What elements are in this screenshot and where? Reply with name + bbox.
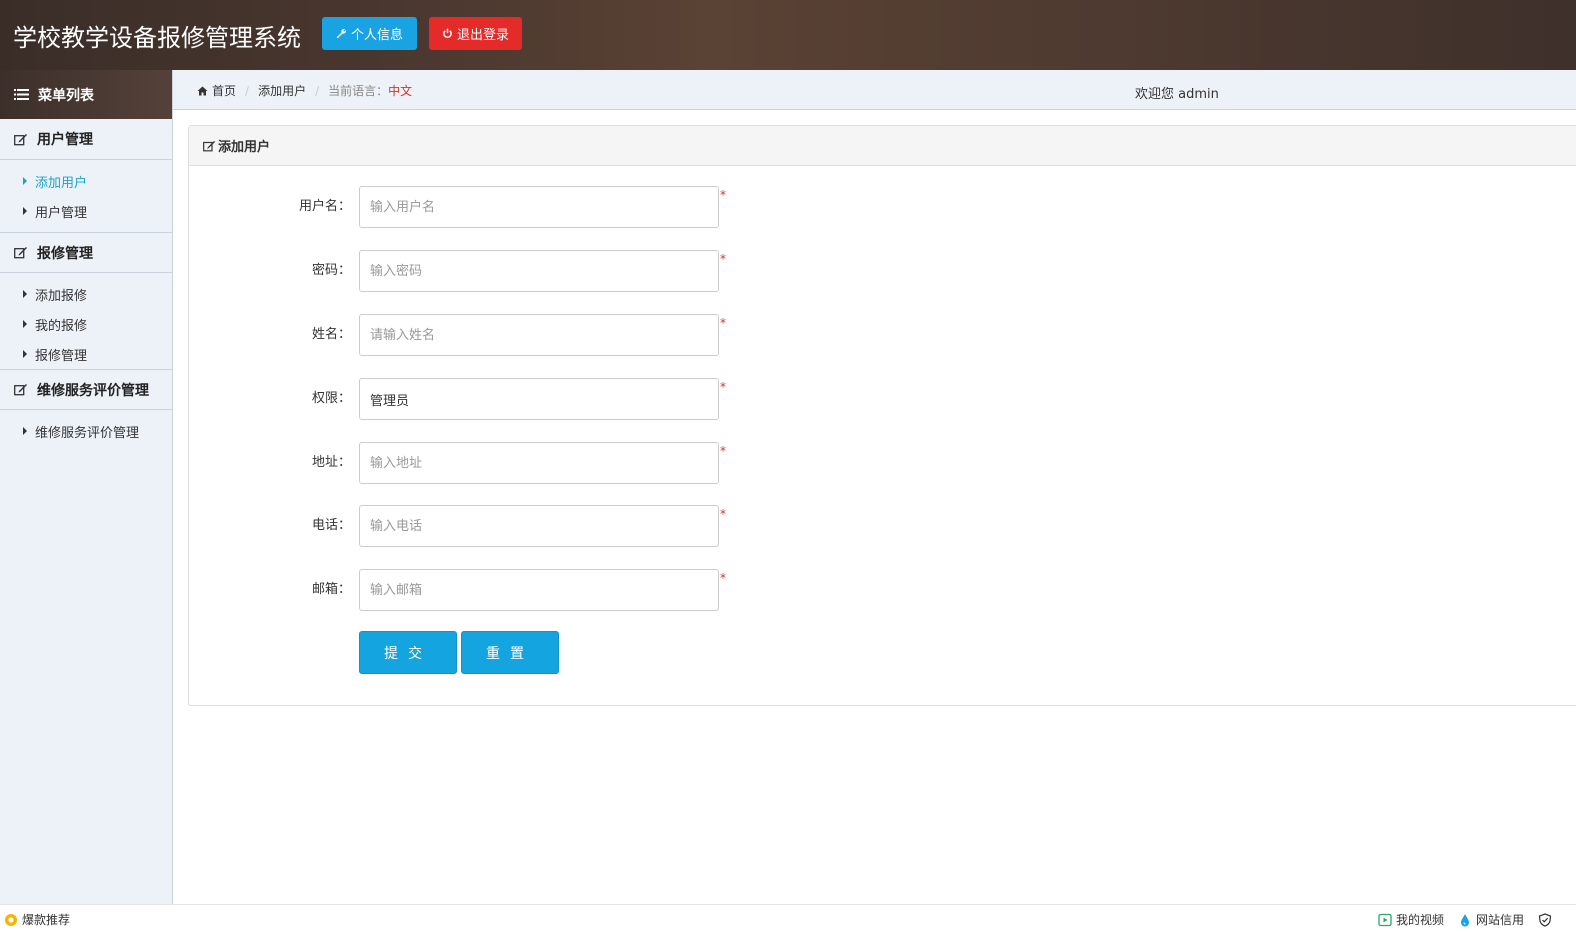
- sidebar-item-label: 添加用户: [35, 175, 88, 191]
- sidebar-group-label: 维修服务评价管理: [37, 382, 149, 399]
- home-icon: [197, 86, 208, 95]
- form-row-email: 邮箱： *: [189, 569, 789, 611]
- edit-icon: [14, 247, 27, 259]
- submit-button[interactable]: 提交: [359, 631, 457, 674]
- edit-icon: [14, 133, 27, 145]
- field-label: 权限：: [311, 391, 351, 406]
- my-video-label: 我的视频: [1395, 913, 1444, 927]
- status-left[interactable]: 爆款推荐: [4, 911, 70, 928]
- sidebar-item-repair-manage[interactable]: 报修管理: [0, 339, 172, 369]
- caret-right-icon: [23, 290, 27, 298]
- breadcrumb-bar: 首页 / 添加用户 / 当前语言： 中文 欢迎您 admin: [173, 70, 1576, 110]
- required-mark: *: [720, 188, 726, 202]
- sidebar-item-label: 报修管理: [35, 348, 88, 364]
- caret-right-icon: [23, 177, 27, 185]
- sidebar-item-add-repair[interactable]: 添加报修: [0, 279, 172, 309]
- profile-button[interactable]: 个人信息: [322, 17, 417, 50]
- menu-list-header: 菜单列表: [0, 70, 172, 119]
- caret-right-icon: [23, 207, 27, 215]
- sidebar-sublist-evaluation: 维修服务评价管理: [0, 410, 172, 452]
- logout-button[interactable]: 退出登录: [429, 17, 522, 50]
- hot-recommend-label: 爆款推荐: [22, 913, 71, 927]
- breadcrumb-separator: /: [315, 83, 320, 98]
- form-row-name: 姓名： *: [189, 314, 789, 356]
- wrench-icon: [336, 28, 347, 39]
- sidebar-item-user-manage[interactable]: 用户管理: [0, 196, 172, 226]
- panel-title: 添加用户: [218, 140, 271, 155]
- video-icon: [1378, 913, 1392, 926]
- shield-icon: [1538, 912, 1552, 927]
- address-input[interactable]: [359, 442, 719, 484]
- logout-button-label: 退出登录: [456, 28, 509, 43]
- site-credit-link[interactable]: 网站信用: [1458, 911, 1524, 928]
- required-mark: *: [720, 444, 726, 458]
- edit-icon: [14, 384, 27, 396]
- app-title: 学校教学设备报修管理系统: [13, 24, 301, 52]
- form-row-username: 用户名： *: [189, 186, 789, 228]
- language-value[interactable]: 中文: [388, 82, 412, 99]
- status-right: 我的视频 网站信用: [1378, 911, 1552, 928]
- sidebar-group-label: 报修管理: [37, 245, 93, 262]
- my-video-link[interactable]: 我的视频: [1378, 911, 1444, 928]
- required-mark: *: [720, 571, 726, 585]
- sidebar-item-my-repair[interactable]: 我的报修: [0, 309, 172, 339]
- sidebar-item-label: 我的报修: [35, 318, 88, 334]
- field-label: 地址：: [311, 455, 351, 470]
- field-label: 电话：: [311, 518, 351, 533]
- sidebar: 菜单列表 用户管理 添加用户 用户管理 报修管理 添加报修 我的报修 报修管理: [0, 70, 173, 904]
- menu-list-title: 菜单列表: [38, 87, 94, 104]
- name-input[interactable]: [359, 314, 719, 356]
- field-label: 邮箱：: [311, 582, 351, 597]
- water-drop-icon: [1460, 913, 1469, 926]
- sidebar-sublist-user: 添加用户 用户管理: [0, 160, 172, 232]
- required-mark: *: [720, 507, 726, 521]
- profile-button-label: 个人信息: [350, 28, 403, 43]
- form-row-password: 密码： *: [189, 250, 789, 292]
- site-credit-label: 网站信用: [1475, 913, 1524, 927]
- required-mark: *: [720, 380, 726, 394]
- field-label: 密码：: [311, 263, 351, 278]
- email-input[interactable]: [359, 569, 719, 611]
- sidebar-item-add-user[interactable]: 添加用户: [0, 166, 172, 196]
- required-mark: *: [720, 252, 726, 266]
- breadcrumb-current[interactable]: 添加用户: [258, 82, 306, 99]
- panel-header: 添加用户: [189, 126, 1576, 166]
- shield-button[interactable]: [1538, 912, 1552, 927]
- welcome-text: 欢迎您 admin: [1135, 87, 1219, 102]
- username-input[interactable]: [359, 186, 719, 228]
- list-icon: [14, 89, 29, 100]
- sidebar-item-label: 添加报修: [35, 288, 88, 304]
- phone-input[interactable]: [359, 505, 719, 547]
- caret-right-icon: [23, 350, 27, 358]
- field-label: 姓名：: [311, 327, 351, 342]
- sidebar-item-label: 维修服务评价管理: [35, 425, 140, 441]
- add-user-panel: 添加用户 用户名： * 密码： * 姓名： * 权限： * 地址： * 电话： …: [188, 125, 1576, 706]
- sidebar-group-label: 用户管理: [37, 132, 93, 148]
- breadcrumb: 首页 / 添加用户 / 当前语言： 中文: [197, 82, 412, 99]
- permission-input[interactable]: [359, 378, 719, 420]
- edit-icon: [203, 140, 216, 151]
- password-input[interactable]: [359, 250, 719, 292]
- language-label: 当前语言：: [328, 84, 389, 98]
- caret-right-icon: [23, 320, 27, 328]
- sidebar-group-repair[interactable]: 报修管理: [0, 232, 172, 273]
- breadcrumb-separator: /: [245, 83, 250, 98]
- caret-right-icon: [23, 427, 27, 435]
- hot-recommend-icon: [5, 913, 17, 926]
- breadcrumb-home-link[interactable]: 首页: [212, 82, 236, 99]
- form-row-phone: 电话： *: [189, 505, 789, 547]
- required-mark: *: [720, 316, 726, 330]
- field-label: 用户名：: [298, 199, 351, 214]
- form-row-permission: 权限： *: [189, 378, 789, 420]
- reset-button[interactable]: 重置: [461, 631, 559, 674]
- sidebar-sublist-repair: 添加报修 我的报修 报修管理: [0, 273, 172, 375]
- sidebar-group-evaluation[interactable]: 维修服务评价管理: [0, 369, 172, 410]
- form-row-address: 地址： *: [189, 442, 789, 484]
- sidebar-group-user[interactable]: 用户管理: [0, 119, 172, 160]
- power-icon: [443, 28, 452, 38]
- sidebar-item-evaluation-manage[interactable]: 维修服务评价管理: [0, 416, 172, 446]
- browser-status-bar: 爆款推荐 我的视频 网站信用: [0, 904, 1576, 932]
- sidebar-item-label: 用户管理: [35, 205, 88, 221]
- top-header: 学校教学设备报修管理系统 个人信息 退出登录: [0, 0, 1576, 70]
